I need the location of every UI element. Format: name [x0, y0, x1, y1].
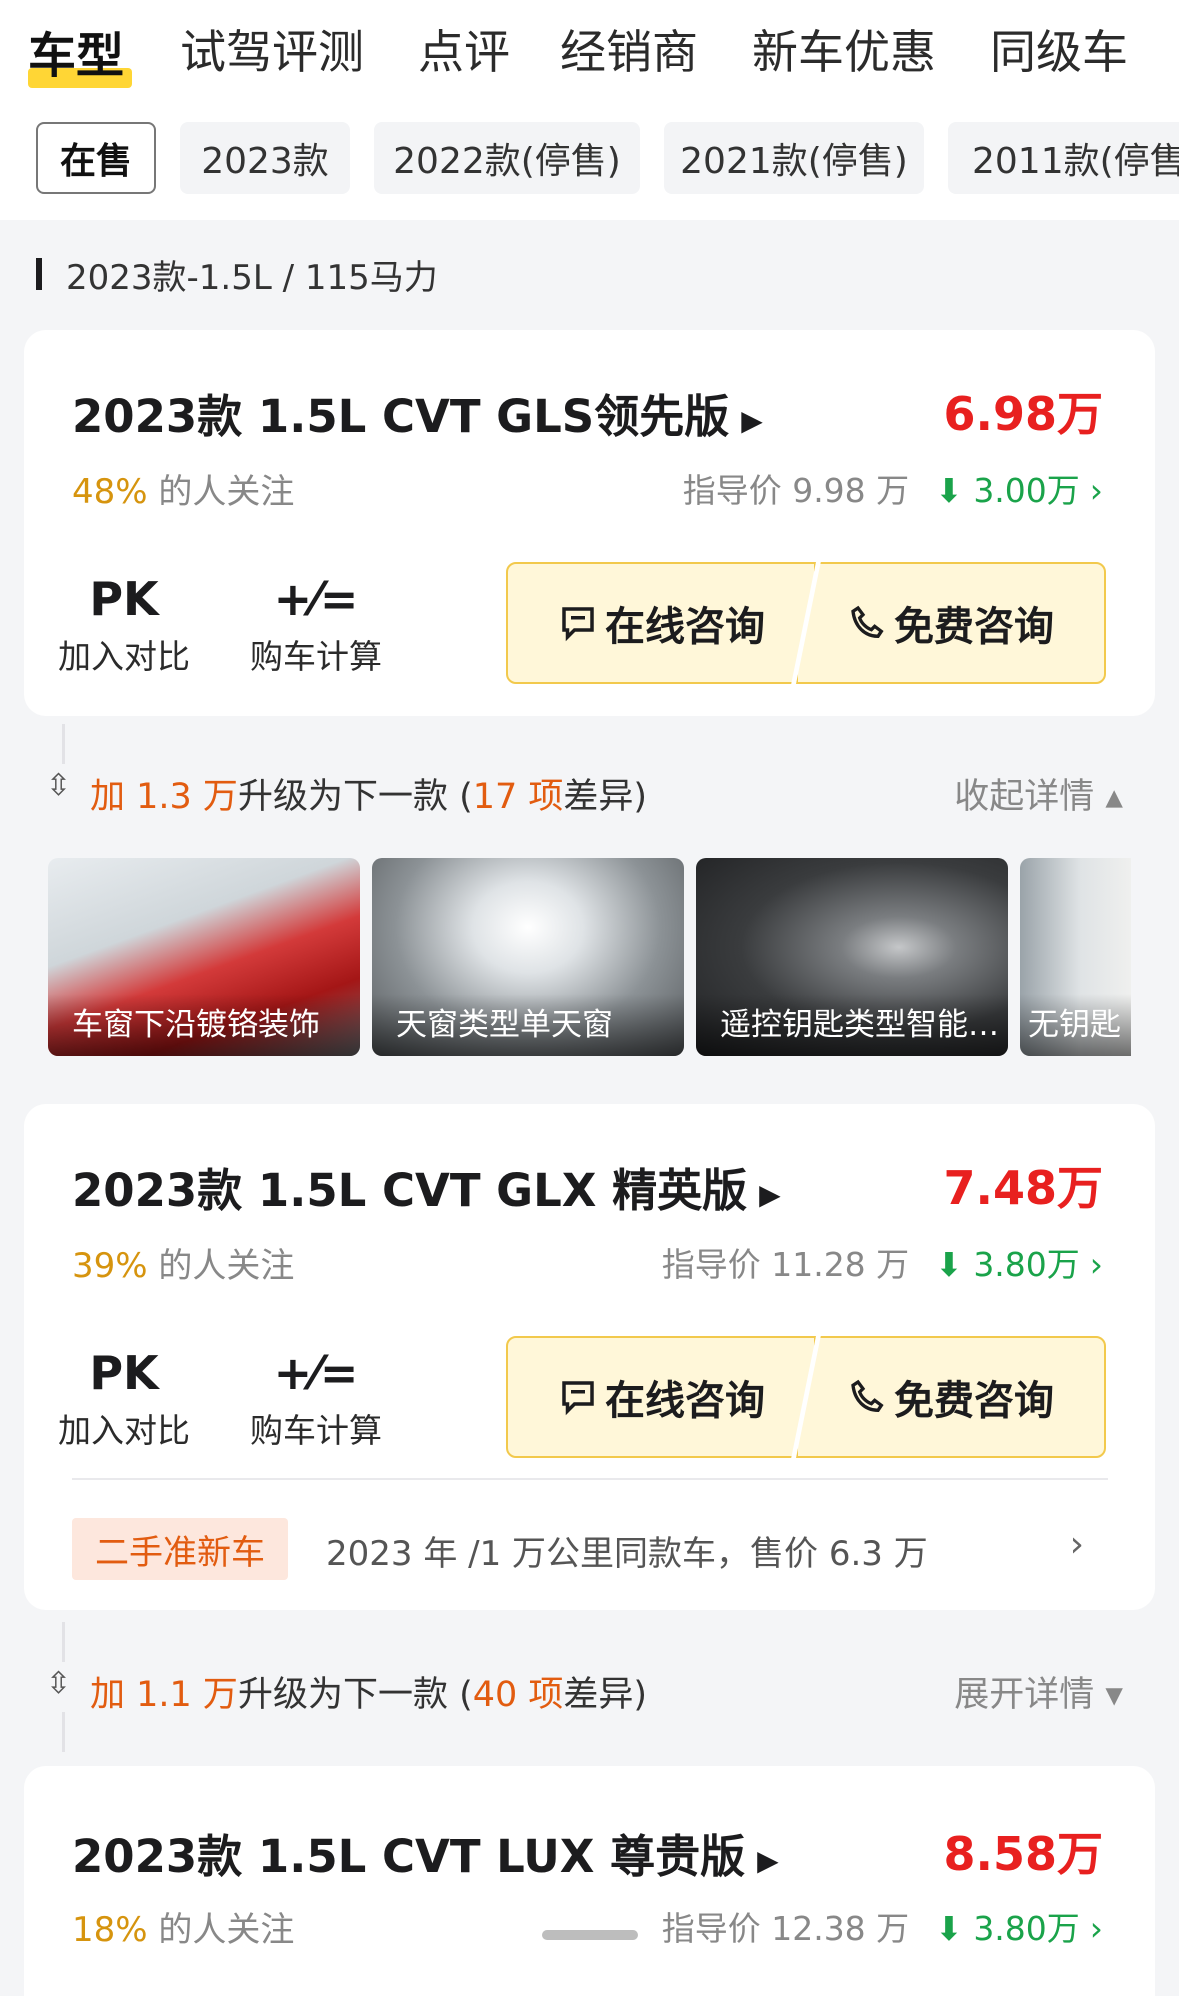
- guide-price-row[interactable]: 指导价 12.38 万 ⬇ 3.80万 ›: [662, 1902, 1103, 1950]
- upgrade-text: 加 1.1 万升级为下一款 (40 项差异): [90, 1675, 648, 1715]
- chip-on-sale[interactable]: 在售: [36, 122, 156, 194]
- timeline-line: [62, 724, 65, 764]
- attention-text: 39% 的人关注: [72, 1246, 295, 1286]
- caret-right-icon: ▶: [759, 1177, 781, 1211]
- tab-models[interactable]: 车型: [28, 16, 124, 86]
- trim-price: 8.58万: [943, 1827, 1104, 1881]
- chat-icon: [562, 607, 594, 642]
- calculator-icon: +⁄=: [273, 572, 359, 626]
- compare-button[interactable]: PK 加入对比: [54, 568, 194, 678]
- used-car-desc: 2023 年 /1 万公里同款车，售价 6.3 万: [326, 1534, 928, 1574]
- trim-card[interactable]: 2023款 1.5L CVT GLS领先版 ▶ 6.98万 48% 的人关注 指导…: [24, 330, 1155, 716]
- trim-price: 6.98万: [943, 387, 1104, 441]
- chevron-right-icon: ›: [1089, 471, 1103, 510]
- attention-text: 48% 的人关注: [72, 472, 295, 512]
- attention-text: 18% 的人关注: [72, 1910, 295, 1950]
- tab-test-drive[interactable]: 试驾评测: [180, 16, 364, 82]
- free-consult-button[interactable]: 免费咨询: [796, 562, 1106, 684]
- chevron-right-icon: ›: [1089, 1909, 1103, 1948]
- online-consult-button[interactable]: 在线咨询: [506, 562, 816, 684]
- expand-vertical-icon: ⇳: [46, 1666, 72, 1701]
- guide-price-row[interactable]: 指导价 11.28 万 ⬇ 3.80万 ›: [662, 1238, 1103, 1286]
- upgrade-text: 加 1.3 万升级为下一款 (17 项差异): [90, 777, 648, 817]
- year-filter-bar: 在售 2023款 2022款(停售) 2021款(停售) 2011款(停售: [0, 110, 1179, 220]
- expand-details-button[interactable]: 展开详情 ▾: [954, 1666, 1123, 1717]
- price-drop: ⬇ 3.80万: [935, 1909, 1080, 1948]
- chip-2023[interactable]: 2023款: [180, 122, 350, 194]
- used-car-row[interactable]: 二手准新车 2023 年 /1 万公里同款车，售价 6.3 万 ›: [48, 1518, 1108, 1602]
- upgrade-hint[interactable]: ⇳ 加 1.1 万升级为下一款 (40 项差异) 展开详情 ▾: [0, 1622, 1179, 1752]
- trim-name[interactable]: 2023款 1.5L CVT LUX 尊贵版 ▶: [72, 1820, 779, 1885]
- chip-2022[interactable]: 2022款(停售): [374, 122, 640, 194]
- trim-name[interactable]: 2023款 1.5L CVT GLS领先版 ▶: [72, 380, 763, 445]
- trim-card[interactable]: 2023款 1.5L CVT LUX 尊贵版 ▶ 8.58万 18% 的人关注 指…: [24, 1766, 1155, 1996]
- engine-section-header: 2023款-1.5L / 115马力: [0, 220, 1179, 330]
- phone-icon: [851, 1379, 884, 1413]
- chevron-right-icon: ›: [1069, 1524, 1084, 1565]
- feature-thumb[interactable]: 遥控钥匙类型智能…: [696, 858, 1008, 1056]
- caret-right-icon: ▶: [757, 1843, 779, 1877]
- tab-dealers[interactable]: 经销商: [560, 16, 698, 82]
- feature-thumb[interactable]: 无钥匙: [1020, 858, 1131, 1056]
- online-consult-button[interactable]: 在线咨询: [506, 1336, 816, 1458]
- trim-name[interactable]: 2023款 1.5L CVT GLX 精英版 ▶: [72, 1154, 781, 1219]
- card-divider: [72, 1478, 1108, 1480]
- pk-icon: PK: [89, 572, 159, 626]
- feature-thumb[interactable]: 车窗下沿镀铬装饰: [48, 858, 360, 1056]
- compare-button[interactable]: PK 加入对比: [54, 1342, 194, 1452]
- free-consult-button[interactable]: 免费咨询: [796, 1336, 1106, 1458]
- feature-thumb[interactable]: 天窗类型单天窗: [372, 858, 684, 1056]
- pk-icon: PK: [89, 1346, 159, 1400]
- timeline-line: [62, 1622, 65, 1662]
- calculator-icon: +⁄=: [273, 1346, 359, 1400]
- chip-2011[interactable]: 2011款(停售: [948, 122, 1179, 194]
- section-title: 2023款-1.5L / 115马力: [66, 258, 438, 298]
- section-marker: [36, 258, 42, 290]
- used-car-tag: 二手准新车: [72, 1518, 288, 1580]
- chat-icon: [562, 1381, 594, 1416]
- caret-right-icon: ▶: [741, 403, 763, 437]
- feature-thumbnails: 车窗下沿镀铬装饰 天窗类型单天窗 遥控钥匙类型智能… 无钥匙: [48, 858, 1131, 1056]
- chevron-right-icon: ›: [1089, 1245, 1103, 1284]
- tab-competitors[interactable]: 同级车: [990, 16, 1128, 82]
- home-indicator[interactable]: [542, 1930, 638, 1940]
- calculator-button[interactable]: +⁄= 购车计算: [246, 1342, 386, 1452]
- price-drop: ⬇ 3.80万: [935, 1245, 1080, 1284]
- calculator-button[interactable]: +⁄= 购车计算: [246, 568, 386, 678]
- tab-reviews[interactable]: 点评: [418, 16, 510, 82]
- timeline-line: [62, 1712, 65, 1752]
- phone-icon: [851, 605, 884, 639]
- guide-price-row[interactable]: 指导价 9.98 万 ⬇ 3.00万 ›: [683, 464, 1103, 512]
- expand-vertical-icon: ⇳: [46, 768, 72, 803]
- trim-price: 7.48万: [943, 1161, 1104, 1215]
- top-nav: 车型 试驾评测 点评 经销商 新车优惠 同级车: [0, 0, 1179, 110]
- price-drop: ⬇ 3.00万: [935, 471, 1080, 510]
- tab-offers[interactable]: 新车优惠: [752, 16, 936, 82]
- collapse-details-button[interactable]: 收起详情 ▴: [954, 768, 1123, 819]
- upgrade-hint[interactable]: ⇳ 加 1.3 万升级为下一款 (17 项差异) 收起详情 ▴: [0, 724, 1179, 854]
- chip-2021[interactable]: 2021款(停售): [664, 122, 924, 194]
